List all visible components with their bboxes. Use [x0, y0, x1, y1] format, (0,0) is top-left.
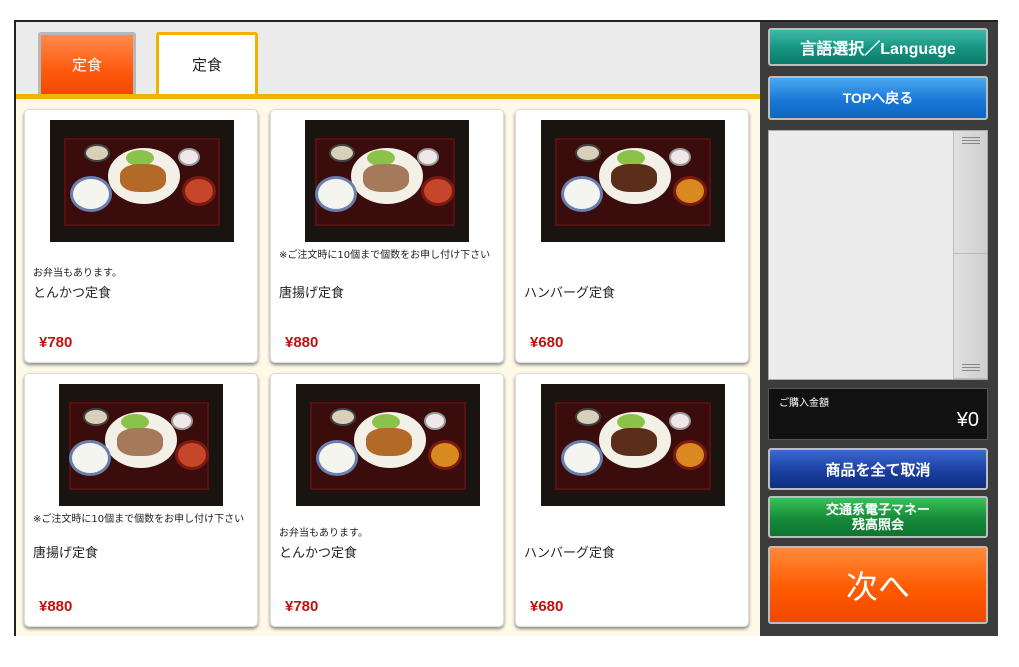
menu-note: お弁当もあります。 [33, 268, 122, 279]
ic-line1: 交通系電子マネー [825, 502, 930, 517]
menu-card-karaage[interactable]: ※ご注文時に10個まで個数をお申し付け下さい 唐揚げ定食 ¥880 [270, 109, 504, 363]
menu-grid: お弁当もあります。 とんかつ定食 ¥780 ※ご注文時に10個まで個数をお申し付… [16, 99, 760, 636]
menu-note: お弁当もあります。 [279, 528, 368, 539]
food-photo [50, 120, 234, 242]
menu-name: 唐揚げ定食 [33, 546, 99, 561]
menu-price: ¥680 [530, 334, 564, 351]
ic-label: 交通系電子マネー 残高照会 [826, 502, 930, 532]
tab-teishoku-2[interactable]: 定食 [156, 32, 258, 94]
menu-card-hamburg[interactable]: ハンバーグ定食 ¥680 [515, 373, 749, 627]
menu-price: ¥780 [285, 598, 319, 615]
scroll-up-button[interactable] [954, 131, 987, 254]
tab-label: 定食 [71, 56, 102, 74]
menu-price: ¥880 [285, 334, 319, 351]
menu-note: ※ご注文時に10個まで個数をお申し付け下さい [33, 514, 245, 525]
menu-name: 唐揚げ定食 [279, 286, 345, 301]
menu-card-katsu[interactable]: お弁当もあります。 とんかつ定食 ¥780 [270, 373, 504, 627]
food-photo [305, 120, 469, 242]
top-button[interactable]: TOPへ戻る [768, 76, 988, 120]
cancel-label: 商品を全て取消 [825, 461, 931, 479]
menu-price: ¥780 [39, 334, 73, 351]
ic-line2: 残高照会 [851, 517, 904, 532]
menu-card-hamburg[interactable]: ハンバーグ定食 ¥680 [515, 109, 749, 363]
food-photo [59, 384, 223, 506]
menu-price: ¥680 [530, 598, 564, 615]
total-value: ¥0 [956, 409, 979, 431]
menu-name: とんかつ定食 [33, 286, 112, 301]
next-button[interactable]: 次へ [768, 546, 988, 624]
menu-name: とんかつ定食 [279, 546, 358, 561]
scroll-down-button[interactable] [954, 254, 987, 379]
menu-card-karaage[interactable]: ※ご注文時に10個まで個数をお申し付け下さい 唐揚げ定食 ¥880 [24, 373, 258, 627]
menu-price: ¥880 [39, 598, 73, 615]
purchase-total: ご購入金額 ¥0 [768, 388, 988, 440]
menu-name: ハンバーグ定食 [524, 286, 616, 301]
total-label: ご購入金額 [779, 398, 829, 409]
category-tabbar: 定食 定食 [16, 22, 760, 99]
food-photo [541, 120, 725, 242]
language-button[interactable]: 言語選択／Language [768, 28, 988, 66]
cancel-all-button[interactable]: 商品を全て取消 [768, 448, 988, 490]
menu-card-katsu[interactable]: お弁当もあります。 とんかつ定食 ¥780 [24, 109, 258, 363]
side-panel: 言語選択／Language TOPへ戻る ご購入金額 ¥0 商品を全て取消 交通… [760, 22, 998, 636]
food-photo [541, 384, 725, 506]
menu-note: ※ご注文時に10個まで個数をお申し付け下さい [279, 250, 491, 261]
next-label: 次へ [845, 568, 910, 606]
ic-balance-button[interactable]: 交通系電子マネー 残高照会 [768, 496, 988, 538]
food-photo [296, 384, 480, 506]
language-label: 言語選択／Language [800, 41, 956, 58]
kiosk-frame: 定食 定食 お弁当もあります。 とんかつ定食 ¥780 ※ご注文時に10個まで個… [14, 20, 998, 636]
tab-teishoku-1[interactable]: 定食 [38, 32, 136, 94]
cart-list [768, 130, 988, 380]
top-label: TOPへ戻る [842, 90, 914, 106]
tab-label: 定食 [191, 56, 222, 74]
cart-scrollbar[interactable] [953, 131, 987, 379]
menu-name: ハンバーグ定食 [524, 546, 616, 561]
